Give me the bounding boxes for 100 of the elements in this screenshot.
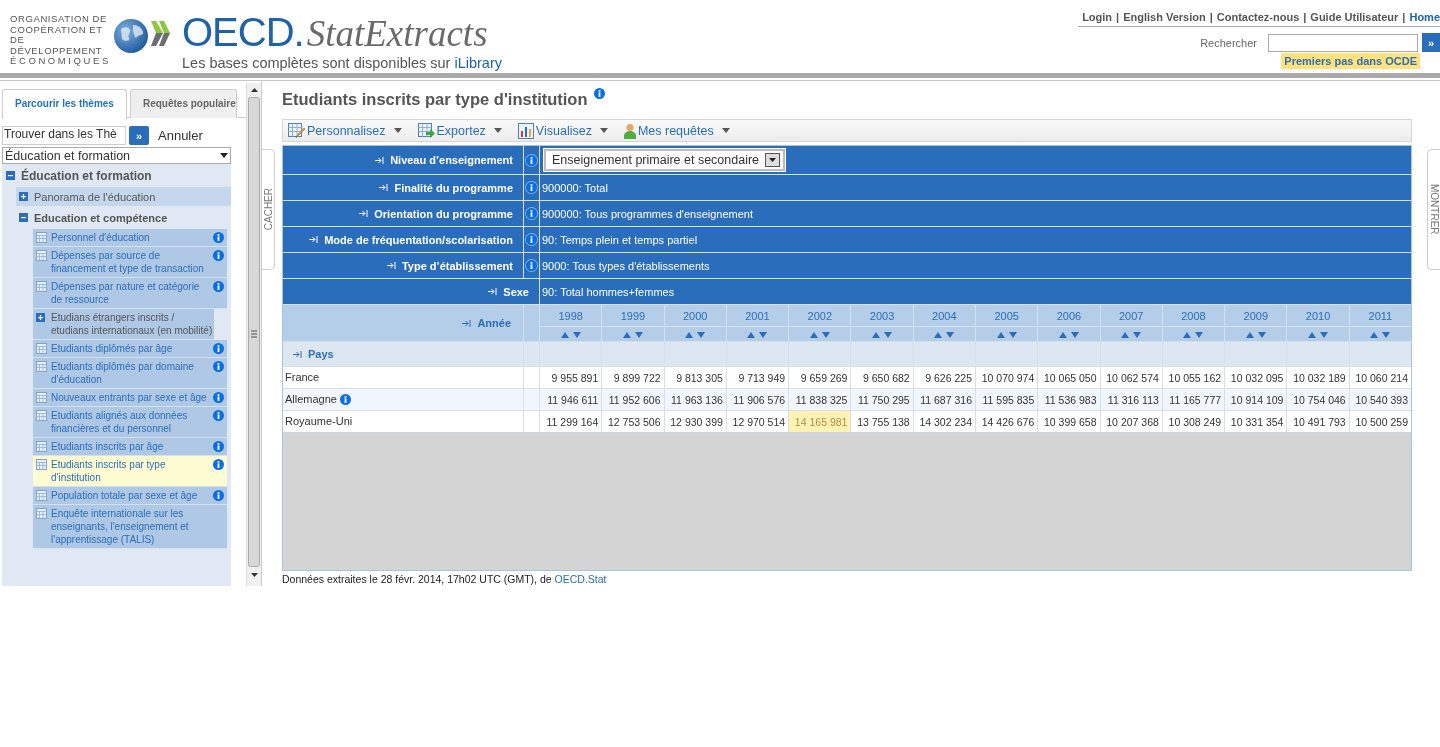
minus-icon[interactable]: [6, 171, 15, 180]
value-cell: 10 914 109: [1225, 389, 1287, 410]
info-icon[interactable]: [526, 182, 537, 193]
sort-arrows-icon[interactable]: [622, 330, 643, 338]
header-link[interactable]: Contactez-nous: [1216, 11, 1300, 23]
tree-folder[interactable]: Panorama de l'éducation: [16, 187, 231, 206]
search-button[interactable]: »: [1422, 33, 1440, 52]
caret-icon: [599, 128, 608, 133]
sort-arrows-icon[interactable]: [1308, 330, 1329, 338]
getting-started-link[interactable]: Premiers pas dans OCDE: [1281, 53, 1420, 69]
value-cell: 10 032 189: [1287, 367, 1349, 388]
sort-arrows-icon[interactable]: [1058, 330, 1079, 338]
sidebar-tab[interactable]: Requêtes populaire: [129, 89, 237, 118]
table-icon: [36, 508, 47, 519]
hide-panel-tab[interactable]: CACHER: [262, 149, 275, 270]
sort-arrows-icon[interactable]: [872, 330, 893, 338]
value-cell: 9 955 891: [540, 367, 602, 388]
dataset-item[interactable]: Etudiants diplômés par domaine d'éducation: [33, 358, 227, 389]
scroll-thumb-drawing[interactable]: [248, 97, 260, 567]
sort-arrows-icon[interactable]: [747, 330, 768, 338]
dataset-item[interactable]: Etudiants inscrits par type d'institution: [33, 456, 227, 487]
value-cell: 10 062 574: [1100, 367, 1162, 388]
filter-label[interactable]: Sexe: [488, 285, 529, 298]
info-icon[interactable]: [526, 208, 537, 219]
chart-icon: [517, 122, 534, 139]
country-name: Royaume-Uni: [285, 415, 353, 427]
dataset-item[interactable]: Population totale par sexe et âge: [33, 487, 227, 505]
header-link[interactable]: Home: [1409, 11, 1440, 23]
globe-logo-icon: [113, 17, 170, 55]
sidebar-tab[interactable]: Parcourir les thèmes: [2, 89, 127, 119]
info-icon[interactable]: [213, 361, 224, 372]
info-icon[interactable]: [526, 154, 537, 166]
tree-folder-label[interactable]: Éducation et formation: [2, 166, 231, 185]
table-icon: [36, 410, 47, 421]
info-icon[interactable]: [213, 441, 224, 452]
tree-folder-label[interactable]: Education et compétence: [16, 208, 231, 227]
minus-icon[interactable]: [19, 213, 28, 222]
info-icon[interactable]: [213, 410, 224, 421]
country-axis-label[interactable]: Pays: [293, 348, 334, 360]
info-icon[interactable]: [213, 392, 224, 403]
sort-arrows-icon[interactable]: [996, 330, 1017, 338]
toolbar-menu[interactable]: Mes requêtes: [623, 122, 730, 139]
info-icon[interactable]: [213, 281, 224, 292]
sort-arrows-icon[interactable]: [560, 330, 581, 338]
dataset-item[interactable]: Etudiants alignés aux données financières et du personnel: [33, 407, 227, 438]
header-link[interactable]: English Version: [1123, 11, 1206, 23]
filter-dropdown[interactable]: Enseignement primaire et secondaire: [544, 149, 786, 171]
scrollbar[interactable]: [246, 83, 261, 586]
find-field[interactable]: Trouver dans les Thè: [2, 126, 126, 145]
show-panel-tab[interactable]: MONTRER: [1427, 149, 1440, 270]
sort-arrows-icon[interactable]: [1121, 330, 1142, 338]
toolbar-menu[interactable]: Personnalisez: [288, 122, 402, 139]
folder-label[interactable]: Panorama de l'éducation: [34, 190, 156, 203]
dataset-item[interactable]: Dépenses par nature et catégorie de ressource: [33, 278, 227, 309]
dataset-item[interactable]: Nouveaux entrants par sexe et âge: [33, 389, 227, 407]
scroll-up-icon[interactable]: [250, 88, 258, 92]
info-icon[interactable]: [213, 232, 224, 243]
info-icon[interactable]: [213, 343, 224, 354]
info-icon[interactable]: [213, 490, 224, 501]
extraction-note: Données extraites le 28 févr. 2014, 17h02 UTC (GMT), de OECD.Stat: [282, 573, 608, 585]
info-icon[interactable]: [213, 250, 224, 261]
folder-label[interactable]: Éducation et formation: [21, 168, 152, 183]
info-icon[interactable]: [340, 394, 351, 405]
scroll-down-icon[interactable]: [250, 573, 258, 577]
cancel-link[interactable]: Annuler: [158, 128, 203, 143]
info-icon[interactable]: [213, 459, 224, 470]
table-icon: [36, 361, 47, 372]
header-link[interactable]: Guide Utilisateur: [1310, 11, 1399, 23]
header-link[interactable]: Login: [1082, 11, 1113, 23]
dataset-item[interactable]: Dépenses par source de financement et type de transaction: [33, 247, 227, 278]
page-title: Etudiants inscrits par type d'institution: [282, 90, 588, 109]
dataset-item[interactable]: Enquête internationale sur les enseignants, l'enseignement et l'apprentissage (TALIS): [33, 505, 227, 549]
info-icon[interactable]: [593, 88, 605, 99]
theme-dropdown[interactable]: Éducation et formation: [2, 147, 231, 164]
search-field[interactable]: [1268, 33, 1418, 52]
oecd-stat-link[interactable]: OECD.Stat: [554, 573, 607, 585]
tree-folder-label[interactable]: Etudians étrangers inscrits / etudians internationaux (en mobilité): [33, 309, 214, 340]
person-icon: [623, 122, 636, 139]
sort-arrows-icon[interactable]: [1183, 330, 1204, 338]
plus-icon[interactable]: [36, 313, 45, 322]
sort-arrows-icon[interactable]: [809, 330, 830, 338]
value-cell: 11 536 983: [1038, 389, 1100, 410]
year-axis-label[interactable]: Année: [462, 317, 511, 329]
info-icon[interactable]: [526, 234, 537, 245]
sort-arrows-icon[interactable]: [685, 330, 706, 338]
plus-icon[interactable]: [19, 192, 28, 201]
find-button[interactable]: »: [129, 126, 149, 145]
toolbar-menu[interactable]: Visualisez: [517, 122, 608, 139]
dataset-item[interactable]: Personnel d'éducation: [33, 229, 227, 247]
folder-label[interactable]: Education et compétence: [34, 211, 168, 224]
ilibrary-link[interactable]: iLibrary: [454, 55, 502, 71]
sort-arrows-icon[interactable]: [934, 330, 955, 338]
sort-arrows-icon[interactable]: [1370, 330, 1391, 338]
dataset-item[interactable]: Etudiants diplômés par âge: [33, 340, 227, 358]
toolbar-menu[interactable]: Exportez: [417, 122, 502, 139]
info-icon[interactable]: [526, 260, 537, 271]
sort-arrows-icon[interactable]: [1245, 330, 1266, 338]
value-cell: 9 813 305: [664, 367, 726, 388]
dataset-item[interactable]: Etudiants inscrits par âge: [33, 438, 227, 456]
folder-label[interactable]: Etudians étrangers inscrits / etudians internationaux (en mobilité): [51, 311, 214, 337]
